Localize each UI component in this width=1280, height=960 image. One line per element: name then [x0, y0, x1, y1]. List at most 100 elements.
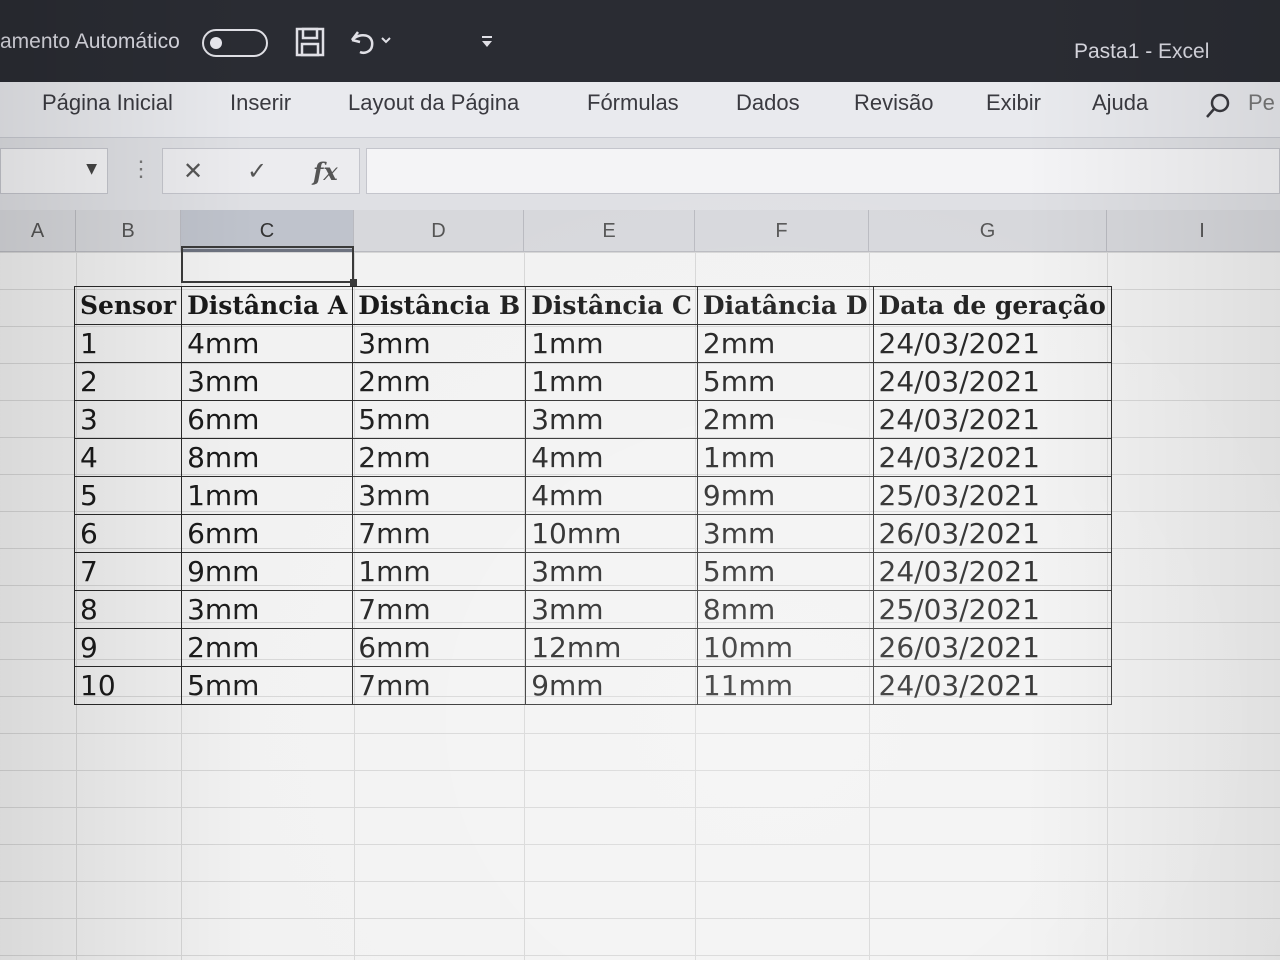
- table-cell[interactable]: 3mm: [352, 476, 527, 515]
- table-cell[interactable]: 3: [73, 400, 183, 439]
- table-cell[interactable]: 5mm: [696, 362, 874, 401]
- tab-layout-da-pagina[interactable]: Layout da Página: [348, 90, 519, 116]
- column-header-d[interactable]: D: [354, 210, 524, 252]
- table-cell[interactable]: 2mm: [696, 324, 874, 363]
- undo-icon[interactable]: [346, 26, 394, 65]
- active-cell-c1[interactable]: [181, 246, 357, 286]
- tab-pagina-inicial[interactable]: Página Inicial: [42, 90, 173, 116]
- name-box[interactable]: ▼: [0, 148, 108, 194]
- table-cell[interactable]: 3mm: [181, 362, 354, 401]
- table-cell[interactable]: 4mm: [181, 324, 354, 363]
- table-cell[interactable]: 3mm: [696, 514, 874, 553]
- formula-input[interactable]: [366, 148, 1280, 194]
- table-cell[interactable]: 26/03/2021: [872, 514, 1112, 553]
- table-cell[interactable]: 1: [73, 324, 183, 363]
- tab-dados[interactable]: Dados: [736, 90, 800, 116]
- table-cell[interactable]: 26/03/2021: [872, 628, 1112, 667]
- fill-handle[interactable]: [350, 279, 357, 286]
- save-icon[interactable]: [294, 26, 326, 65]
- table-cell[interactable]: 7mm: [352, 590, 527, 629]
- tab-formulas[interactable]: Fórmulas: [587, 90, 679, 116]
- table-cell[interactable]: 6: [73, 514, 183, 553]
- autosave-toggle[interactable]: [202, 29, 268, 57]
- table-header-row: Sensor Distância A Distância B Distância…: [73, 286, 1112, 325]
- table-cell[interactable]: 5mm: [181, 666, 354, 705]
- table-cell[interactable]: 3mm: [525, 400, 698, 439]
- column-header-a[interactable]: A: [0, 210, 76, 252]
- table-cell[interactable]: 25/03/2021: [872, 476, 1112, 515]
- tab-ajuda[interactable]: Ajuda: [1092, 90, 1148, 116]
- table-cell[interactable]: 10: [73, 666, 183, 705]
- table-cell[interactable]: 25/03/2021: [872, 590, 1112, 629]
- table-cell[interactable]: 1mm: [525, 362, 698, 401]
- table-cell[interactable]: 7mm: [352, 666, 527, 705]
- header-data-de-geracao[interactable]: Data de geração: [872, 286, 1112, 325]
- header-sensor[interactable]: Sensor: [73, 286, 183, 325]
- enter-icon[interactable]: ✓: [247, 157, 267, 185]
- table-cell[interactable]: 10mm: [525, 514, 698, 553]
- table-cell[interactable]: 24/03/2021: [872, 324, 1112, 363]
- search-icon[interactable]: [1204, 92, 1232, 126]
- table-cell[interactable]: 5: [73, 476, 183, 515]
- table-cell[interactable]: 11mm: [696, 666, 874, 705]
- table-cell[interactable]: 9mm: [696, 476, 874, 515]
- header-distancia-d[interactable]: Diatância D: [696, 286, 874, 325]
- customize-qat-icon[interactable]: [480, 34, 494, 55]
- table-cell[interactable]: 6mm: [181, 514, 354, 553]
- table-cell[interactable]: 3mm: [525, 552, 698, 591]
- tab-exibir[interactable]: Exibir: [986, 90, 1041, 116]
- table-cell[interactable]: 10mm: [696, 628, 874, 667]
- column-header-e[interactable]: E: [524, 210, 695, 252]
- cancel-icon[interactable]: ✕: [183, 157, 203, 185]
- table-cell[interactable]: 9: [73, 628, 183, 667]
- table-cell[interactable]: 24/03/2021: [872, 400, 1112, 439]
- table-cell[interactable]: 24/03/2021: [872, 362, 1112, 401]
- tab-revisao[interactable]: Revisão: [854, 90, 933, 116]
- table-cell[interactable]: 2mm: [352, 438, 527, 477]
- table-cell[interactable]: 4mm: [525, 476, 698, 515]
- table-cell[interactable]: 9mm: [525, 666, 698, 705]
- toggle-knob: [210, 37, 222, 49]
- table-cell[interactable]: 1mm: [525, 324, 698, 363]
- table-cell[interactable]: 2mm: [181, 628, 354, 667]
- table-cell[interactable]: 8mm: [696, 590, 874, 629]
- table-cell[interactable]: 24/03/2021: [872, 438, 1112, 477]
- table-cell[interactable]: 5mm: [352, 400, 527, 439]
- column-header-g[interactable]: G: [869, 210, 1107, 252]
- table-cell[interactable]: 12mm: [525, 628, 698, 667]
- table-cell[interactable]: 7: [73, 552, 183, 591]
- table-cell[interactable]: 1mm: [352, 552, 527, 591]
- table-cell[interactable]: 1mm: [696, 438, 874, 477]
- table-cell[interactable]: 24/03/2021: [872, 552, 1112, 591]
- column-header-f[interactable]: F: [695, 210, 869, 252]
- search-label[interactable]: Pe: [1248, 90, 1275, 116]
- header-distancia-a[interactable]: Distância A: [181, 286, 354, 325]
- table-cell[interactable]: 4mm: [525, 438, 698, 477]
- splitter-handle[interactable]: ⋮: [130, 156, 152, 182]
- table-cell[interactable]: 5mm: [696, 552, 874, 591]
- header-distancia-b[interactable]: Distância B: [352, 286, 527, 325]
- column-header-i[interactable]: I: [1107, 210, 1280, 252]
- table-cell[interactable]: 24/03/2021: [872, 666, 1112, 705]
- header-distancia-c[interactable]: Distância C: [525, 286, 698, 325]
- column-header-b[interactable]: B: [76, 210, 181, 252]
- table-cell[interactable]: 2mm: [696, 400, 874, 439]
- tab-inserir[interactable]: Inserir: [230, 90, 291, 116]
- table-cell[interactable]: 3mm: [352, 324, 527, 363]
- insert-function-icon[interactable]: fx: [313, 157, 338, 186]
- table-cell[interactable]: 3mm: [525, 590, 698, 629]
- chevron-down-icon[interactable]: ▼: [86, 161, 97, 177]
- table-cell[interactable]: 8: [73, 590, 183, 629]
- table-cell[interactable]: 2: [73, 362, 183, 401]
- table-cell[interactable]: 6mm: [352, 628, 527, 667]
- table-cell[interactable]: 1mm: [181, 476, 354, 515]
- table-cell[interactable]: 2mm: [352, 362, 527, 401]
- table-cell[interactable]: 4: [73, 438, 183, 477]
- worksheet[interactable]: A B C D E F G I Sensor Distância A Distâ…: [0, 210, 1280, 960]
- table-cell[interactable]: 7mm: [352, 514, 527, 553]
- table-cell[interactable]: 6mm: [181, 400, 354, 439]
- table-cell[interactable]: 9mm: [181, 552, 354, 591]
- table-row: 2 3mm 2mm 1mm 5mm 24/03/2021: [73, 362, 1112, 401]
- table-cell[interactable]: 3mm: [181, 590, 354, 629]
- table-cell[interactable]: 8mm: [181, 438, 354, 477]
